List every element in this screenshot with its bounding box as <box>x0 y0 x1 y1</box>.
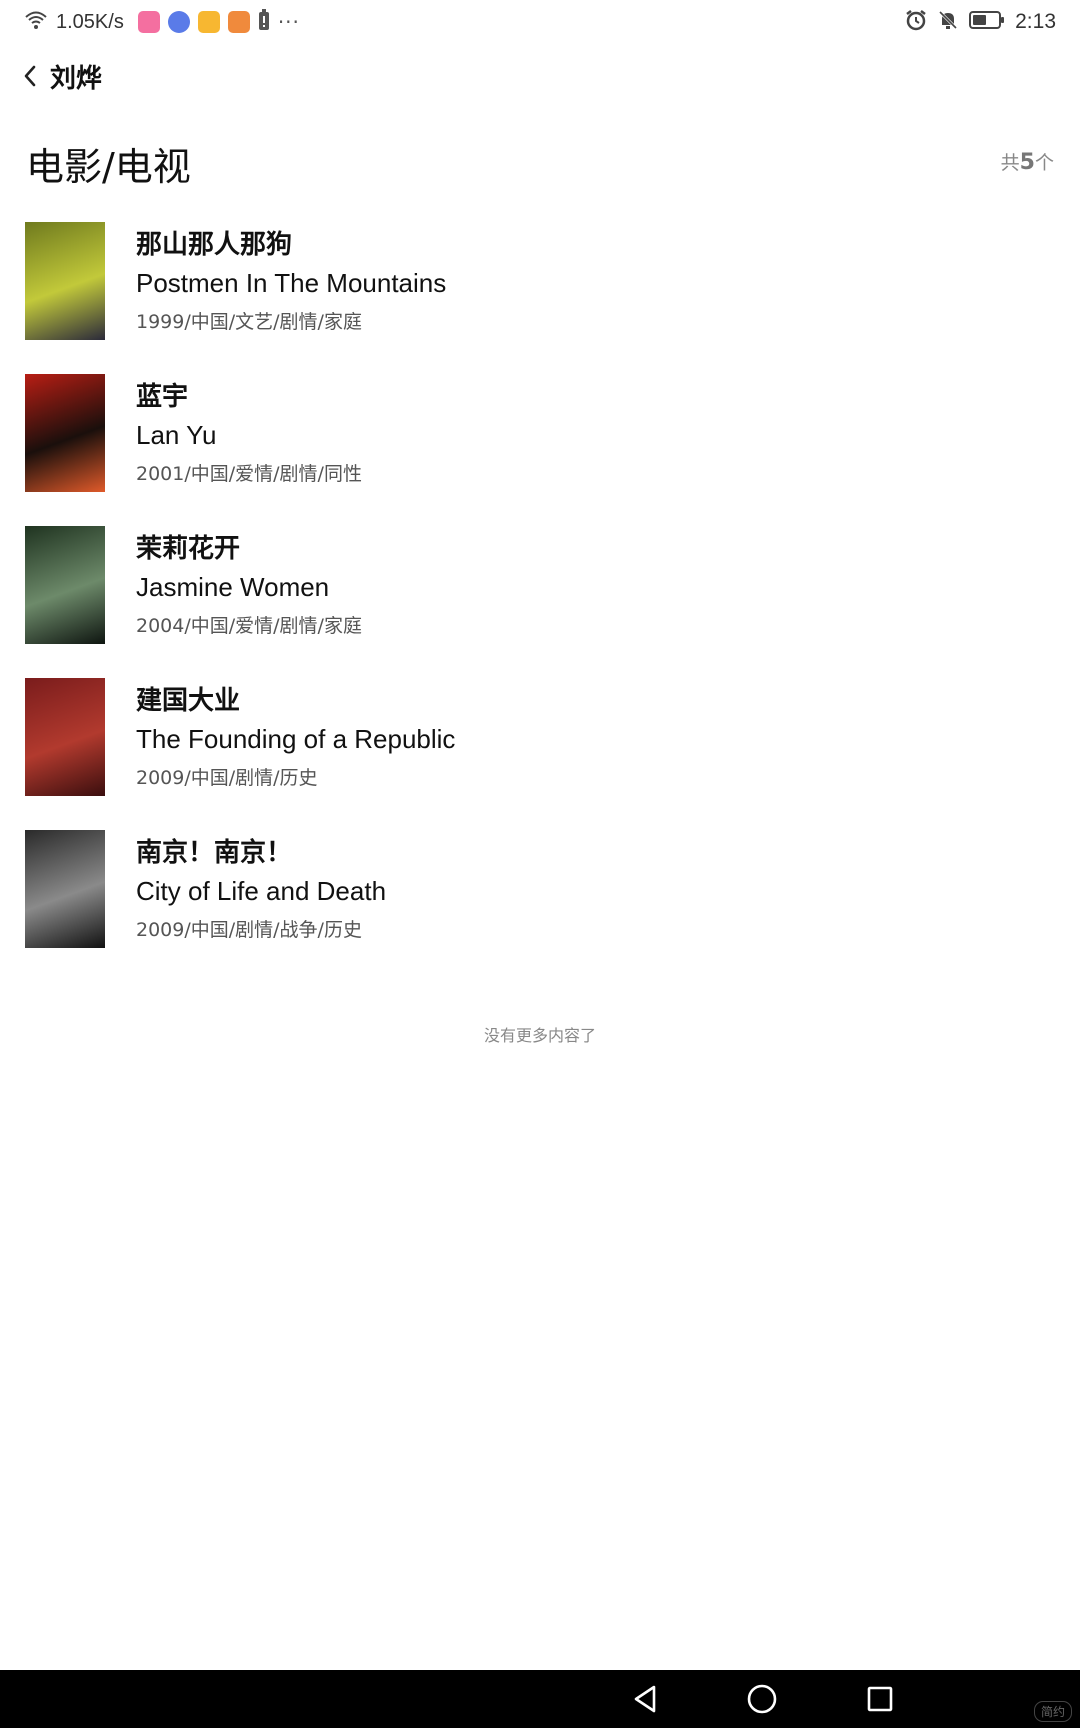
back-navigation[interactable]: 刘烨 <box>20 56 102 96</box>
movie-title-en: City of Life and Death <box>136 876 387 906</box>
status-right: 2:13 <box>905 8 1056 36</box>
movie-meta: 2009/中国/剧情/战争/历史 <box>136 919 362 941</box>
movie-poster <box>25 526 105 644</box>
movie-title-en: Lan Yu <box>136 420 217 450</box>
movie-item[interactable]: 建国大业 The Founding of a Republic 2009/中国/… <box>0 678 1080 830</box>
battery-icon <box>969 10 1005 34</box>
back-triangle-icon[interactable] <box>628 1682 662 1716</box>
alarm-icon <box>905 9 927 35</box>
movie-list: 那山那人那狗 Postmen In The Mountains 1999/中国/… <box>0 222 1080 982</box>
home-circle-icon[interactable] <box>745 1682 779 1716</box>
more-notifications-icon: ··· <box>277 10 300 34</box>
item-count: 共5个 <box>1001 148 1054 175</box>
section-title: 电影/电视 <box>26 145 191 189</box>
movie-title-cn: 那山那人那狗 <box>136 230 293 260</box>
bilibili-icon <box>137 11 160 33</box>
movie-meta: 2009/中国/剧情/历史 <box>136 767 318 789</box>
movie-title-cn: 建国大业 <box>136 686 241 716</box>
count-number: 5 <box>1019 150 1035 175</box>
movie-title-en: The Founding of a Republic <box>136 724 456 754</box>
system-nav-bar: 简约 <box>0 1670 1080 1728</box>
movie-item[interactable]: 茉莉花开 Jasmine Women 2004/中国/爱情/剧情/家庭 <box>0 526 1080 678</box>
movie-title-en: Jasmine Women <box>136 572 330 602</box>
movie-info: 建国大业 The Founding of a Republic 2009/中国/… <box>136 686 455 790</box>
wifi-icon <box>24 10 48 34</box>
movie-poster <box>25 374 105 492</box>
count-suffix: 个 <box>1034 152 1054 174</box>
battery-alert-icon <box>258 9 270 35</box>
movie-title-cn: 茉莉花开 <box>136 534 241 564</box>
network-speed: 1.05K/s <box>56 10 124 33</box>
movie-item[interactable]: 蓝宇 Lan Yu 2001/中国/爱情/剧情/同性 <box>0 374 1080 526</box>
movie-item[interactable]: 南京！南京！ City of Life and Death 2009/中国/剧情… <box>0 830 1080 982</box>
game-icon <box>227 11 250 33</box>
back-arrow-icon[interactable] <box>20 60 42 92</box>
movie-title-cn: 南京！南京！ <box>136 838 293 868</box>
page-title: 刘烨 <box>50 63 103 94</box>
movie-info: 南京！南京！ City of Life and Death 2009/中国/剧情… <box>136 838 386 942</box>
end-of-list-text: 没有更多内容了 <box>483 1026 596 1045</box>
movie-meta: 2001/中国/爱情/剧情/同性 <box>136 463 362 485</box>
movie-poster <box>25 830 105 948</box>
movie-poster <box>25 678 105 796</box>
count-prefix: 共 <box>1000 152 1020 174</box>
movie-meta: 2004/中国/爱情/剧情/家庭 <box>136 615 362 637</box>
recents-square-icon[interactable] <box>863 1682 897 1716</box>
movie-title-en: Postmen In The Mountains <box>136 268 447 298</box>
folder-icon <box>197 11 220 33</box>
clock: 2:13 <box>1015 10 1056 33</box>
status-bar: 1.05K/s ··· 2:13 <box>0 0 1080 44</box>
music-icon <box>167 11 190 33</box>
movie-info: 茉莉花开 Jasmine Women 2004/中国/爱情/剧情/家庭 <box>136 534 362 638</box>
watermark: 简约 <box>1033 1701 1072 1722</box>
movie-info: 蓝宇 Lan Yu 2001/中国/爱情/剧情/同性 <box>136 382 362 486</box>
movie-item[interactable]: 那山那人那狗 Postmen In The Mountains 1999/中国/… <box>0 222 1080 374</box>
movie-info: 那山那人那狗 Postmen In The Mountains 1999/中国/… <box>136 230 446 334</box>
movie-meta: 1999/中国/文艺/剧情/家庭 <box>136 311 362 333</box>
mute-icon <box>937 9 959 35</box>
movie-title-cn: 蓝宇 <box>136 382 189 412</box>
status-left: 1.05K/s ··· <box>24 8 300 36</box>
movie-poster <box>25 222 105 340</box>
